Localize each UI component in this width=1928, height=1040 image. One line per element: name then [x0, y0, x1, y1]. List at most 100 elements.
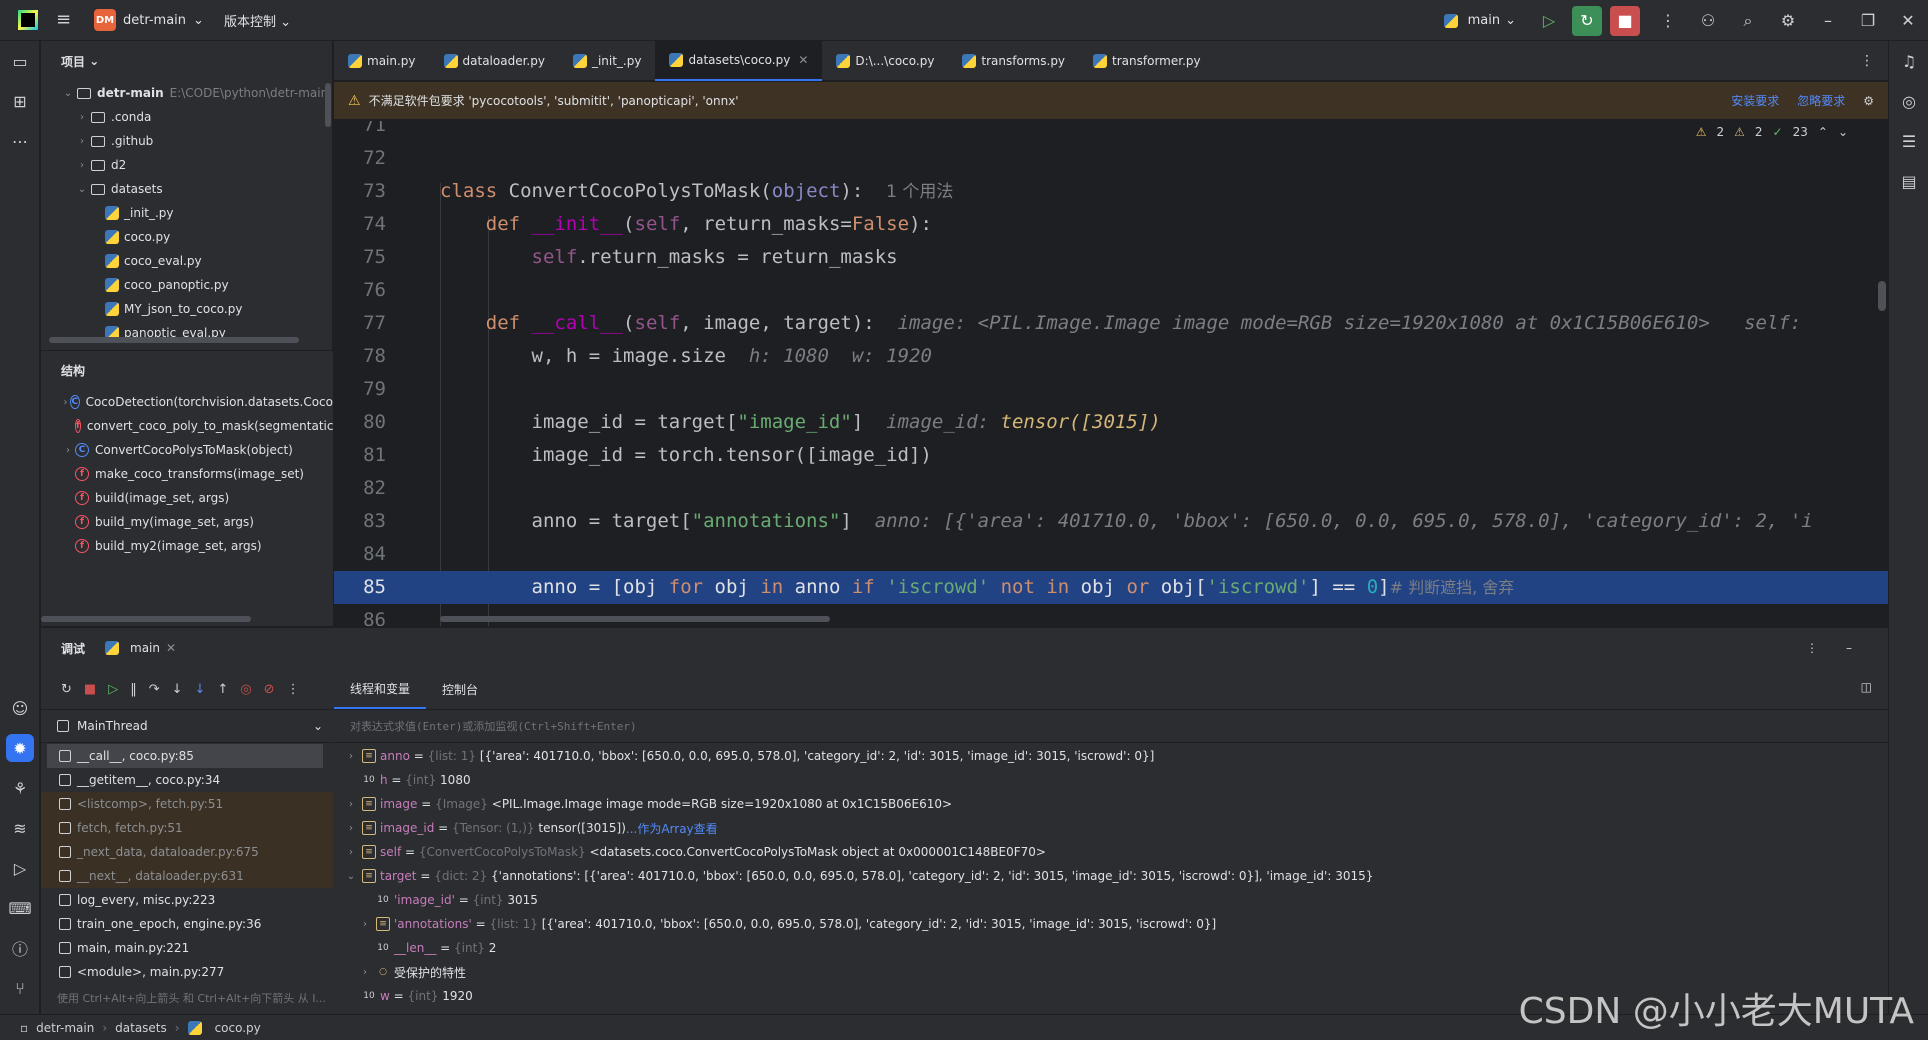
more-icon[interactable]: ⋮ [1806, 641, 1818, 655]
editor-v-scrollbar[interactable] [1878, 281, 1886, 311]
step-over-icon[interactable]: ↷ [149, 682, 160, 697]
tab-init-py[interactable]: _init_.py [559, 41, 656, 81]
stop-icon[interactable]: ■ [1610, 5, 1640, 36]
debug-bug-icon[interactable]: ✹ [6, 734, 34, 762]
pause-icon[interactable]: ‖ [130, 682, 137, 697]
structure-item[interactable]: › C CocoDetection(torchvision.datasets.Coc… [41, 390, 333, 414]
frame-item[interactable]: main, main.py:221 [41, 936, 333, 960]
tab-transforms-py[interactable]: transforms.py [948, 41, 1079, 81]
frame-item[interactable]: _next_data, dataloader.py:675 [41, 840, 333, 864]
problems-icon[interactable]: ⓘ [0, 928, 40, 968]
variable-row[interactable]: › ≡ anno = {list: 1} [{'area': 401710.0, '… [334, 744, 1888, 768]
frame-item[interactable]: log_every, misc.py:223 [41, 888, 333, 912]
sciview-icon[interactable]: ▤ [1889, 161, 1928, 201]
structure-item[interactable]: f build(image_set, args) [41, 486, 333, 510]
settings-gear-icon[interactable]: ⚙ [1768, 11, 1808, 30]
structure-h-scrollbar[interactable] [41, 616, 251, 622]
restore-icon[interactable]: ❐ [1848, 11, 1888, 30]
variable-row[interactable]: 10 h = {int} 1080 [334, 768, 1888, 792]
code-editor[interactable]: ⚠ 2 ⚠ 2 ✓ 23 ⌃ ⌄ 71 72 73 class ConvertCocoPo… [334, 121, 1888, 626]
thread-selector[interactable]: MainThread ⌄ [41, 709, 333, 743]
frame-item[interactable]: <listcomp>, fetch.py:51 [41, 792, 333, 816]
close-window-icon[interactable]: ✕ [1888, 11, 1928, 30]
frame-item[interactable]: __getitem__, coco.py:34 [41, 768, 333, 792]
file-item[interactable]: coco_panoptic.py [41, 273, 332, 297]
frame-item[interactable]: <module>, main.py:277 [41, 960, 333, 984]
more-icon[interactable]: ⋮ [287, 682, 300, 697]
resume-icon[interactable]: ▷ [108, 682, 118, 697]
frame-item[interactable]: __next__, dataloader.py:631 [41, 864, 333, 888]
tab-d-coco-py[interactable]: D:\...\coco.py [822, 41, 948, 81]
tree-item-datasets[interactable]: ⌄ datasets [41, 177, 332, 201]
layers-icon[interactable]: ≋ [0, 808, 40, 848]
tab-dataloader-py[interactable]: dataloader.py [430, 41, 559, 81]
stop-icon[interactable]: ■ [84, 682, 96, 697]
file-item[interactable]: coco.py [41, 225, 332, 249]
structure-item[interactable]: f build_my(image_set, args) [41, 510, 333, 534]
project-folder-icon[interactable]: ▭ [0, 41, 40, 81]
file-item[interactable]: _init_.py [41, 201, 332, 225]
rerun-debug-icon[interactable]: ↻ [1572, 5, 1602, 36]
tree-item-conda[interactable]: › .conda [41, 105, 332, 129]
project-v-scrollbar[interactable] [325, 83, 331, 127]
variable-row[interactable]: 10'image_id' = {int} 3015 [334, 888, 1888, 912]
frame-item[interactable]: train_one_epoch, engine.py:36 [41, 912, 333, 936]
terminal-icon[interactable]: ⌨ [0, 888, 40, 928]
more-tools-icon[interactable]: ⋯ [0, 121, 40, 161]
step-into-my-code-icon[interactable]: ↓ [195, 682, 206, 697]
mute-breakpoints-icon[interactable]: ⊘ [264, 682, 275, 697]
add-user-icon[interactable]: ⚇ [1688, 11, 1728, 30]
rerun-icon[interactable]: ↻ [61, 682, 72, 697]
file-item[interactable]: coco_eval.py [41, 249, 332, 273]
tabs-more-icon[interactable]: ⋮ [1860, 53, 1874, 69]
variable-row[interactable]: › ≡'annotations' = {list: 1} [{'area': 40… [334, 912, 1888, 936]
tab-threads-variables[interactable]: 线程和变量 [334, 669, 427, 709]
frame-item[interactable]: fetch, fetch.py:51 [41, 816, 333, 840]
copilot-icon[interactable]: ☺ [0, 688, 40, 728]
structure-item[interactable]: › C ConvertCocoPolysToMask(object) [41, 438, 333, 462]
structure-icon[interactable]: ⊞ [0, 81, 40, 121]
python-packages-icon[interactable]: ⚘ [0, 768, 40, 808]
structure-item[interactable]: f make_coco_transforms(image_set) [41, 462, 333, 486]
step-into-icon[interactable]: ↓ [172, 682, 183, 697]
close-tab-icon[interactable]: ✕ [798, 53, 808, 67]
breadcrumb-item[interactable]: datasets [115, 1021, 167, 1035]
structure-item[interactable]: f build_my2(image_set, args) [41, 534, 333, 558]
step-out-icon[interactable]: ↑ [217, 682, 228, 697]
services-icon[interactable]: ▷ [0, 848, 40, 888]
notifications-bell-icon[interactable]: ♫ [1889, 41, 1928, 81]
frame-item[interactable]: __call__, coco.py:85 [47, 744, 323, 768]
project-h-scrollbar[interactable] [49, 337, 299, 343]
variable-row[interactable]: › ○ 受保护的特性 [334, 960, 1888, 984]
view-as-array-link[interactable]: ...作为Array查看 [626, 820, 718, 837]
ai-assistant-icon[interactable]: ◎ [1889, 81, 1928, 121]
breakpoints-icon[interactable]: ◎ [240, 682, 251, 697]
tab-console[interactable]: 控制台 [426, 669, 494, 709]
minimize-icon[interactable]: – [1808, 11, 1848, 30]
install-requirements-link[interactable]: 安装要求 [1731, 92, 1779, 109]
variable-row[interactable]: › ≡ image = {Image} <PIL.Image.Image image… [334, 792, 1888, 816]
editor-h-scrollbar[interactable] [440, 616, 830, 622]
file-item[interactable]: MY_json_to_coco.py [41, 297, 332, 321]
variable-row[interactable]: › ≡ self = {ConvertCocoPolysToMask} <datas… [334, 840, 1888, 864]
git-icon[interactable]: ⑂ [0, 968, 40, 1008]
evaluate-expression-input[interactable]: 对表达式求值(Enter)或添加监视(Ctrl+Shift+Enter) [334, 709, 1888, 743]
tree-item-d2[interactable]: › d2 [41, 153, 332, 177]
settings-gear-icon[interactable]: ⚙ [1863, 94, 1874, 108]
run-config-selector[interactable]: main ⌄ [1443, 13, 1516, 28]
layout-icon[interactable]: ◫ [1861, 680, 1872, 694]
variable-row[interactable]: ⌄ ≡ target = {dict: 2} {'annotations': [{'… [334, 864, 1888, 888]
structure-item[interactable]: f convert_coco_poly_to_mask(segmentatic [41, 414, 333, 438]
tree-root[interactable]: ⌄ detr-main E:\CODE\python\detr-main [41, 81, 332, 105]
variable-row[interactable]: › ≡ image_id = {Tensor: (1,)} tensor([3015… [334, 816, 1888, 840]
run-icon[interactable]: ▷ [1534, 6, 1564, 36]
tab-coco-py[interactable]: datasets\coco.py ✕ [655, 40, 823, 81]
project-switcher[interactable]: DM detr-main ⌄ [94, 9, 204, 31]
minimize-panel-icon[interactable]: – [1846, 641, 1852, 655]
tab-transformer-py[interactable]: transformer.py [1079, 41, 1215, 81]
breadcrumb-item[interactable]: detr-main [36, 1021, 94, 1035]
variable-row[interactable]: 10 __len__ = {int} 2 [334, 936, 1888, 960]
search-icon[interactable]: ⌕ [1728, 11, 1768, 31]
tree-item-github[interactable]: › .github [41, 129, 332, 153]
breadcrumb-item[interactable]: coco.py [215, 1021, 261, 1035]
